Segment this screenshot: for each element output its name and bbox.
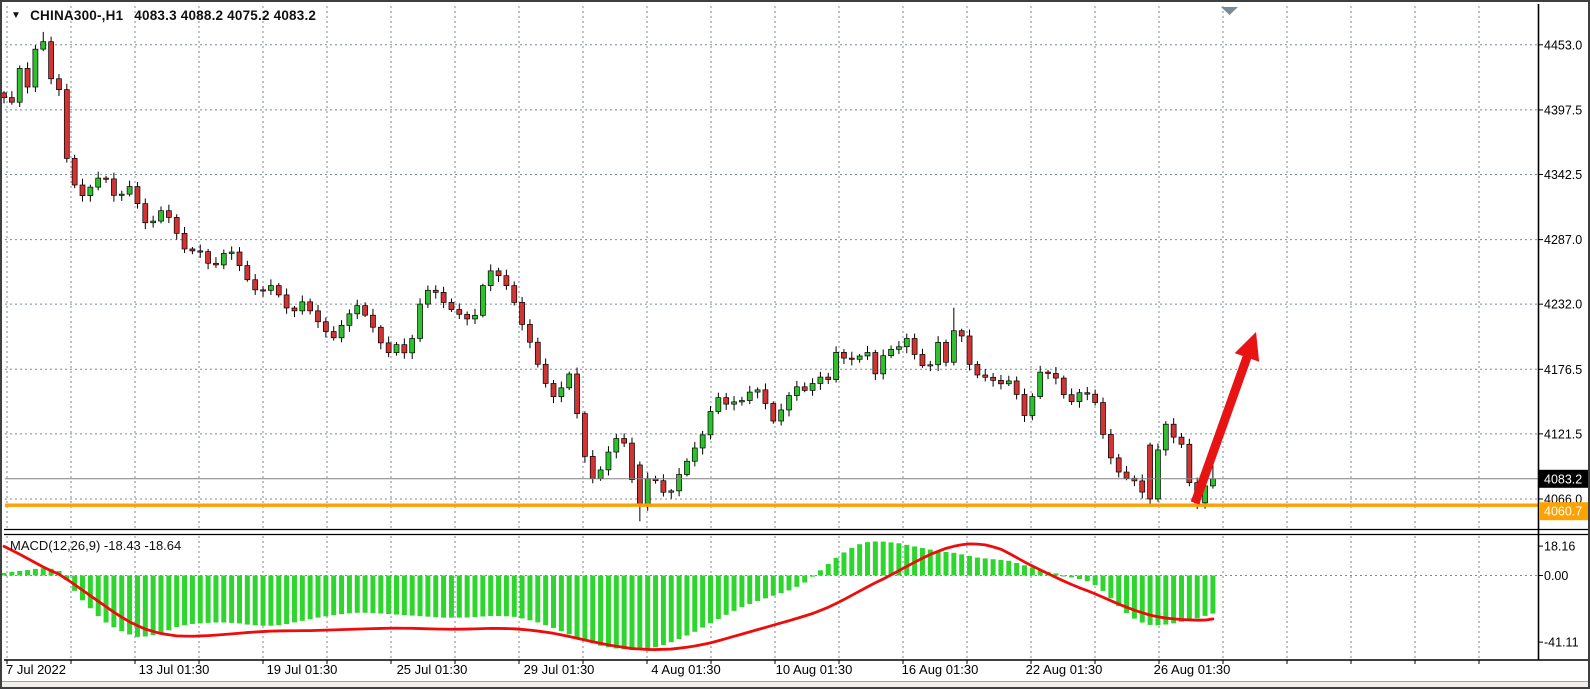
svg-text:26 Aug 01:30: 26 Aug 01:30 [1154,662,1231,677]
svg-text:-41.11: -41.11 [1544,636,1579,650]
ohlc-values-label: 4083.3 4088.2 4075.2 4083.2 [134,8,316,23]
svg-text:4083.2: 4083.2 [1544,472,1582,486]
svg-text:10 Aug 01:30: 10 Aug 01:30 [776,662,853,677]
svg-text:4342.5: 4342.5 [1544,168,1582,182]
trend-arrow[interactable] [1195,332,1259,503]
gridlines [5,6,1538,658]
macd-histogram [2,541,1215,649]
svg-text:16 Aug 01:30: 16 Aug 01:30 [902,662,979,677]
svg-text:13 Jul 01:30: 13 Jul 01:30 [139,662,210,677]
symbol-period-label: CHINA300-,H1 [30,8,123,23]
svg-text:4397.5: 4397.5 [1544,103,1582,117]
svg-text:4176.5: 4176.5 [1544,363,1582,377]
svg-text:4121.5: 4121.5 [1544,427,1582,441]
svg-text:4232.0: 4232.0 [1544,298,1582,312]
panel-borders [4,4,1590,660]
svg-text:18.16: 18.16 [1544,540,1575,554]
dropdown-arrow-icon[interactable]: ▼ [11,11,21,21]
candlesticks [2,32,1215,521]
svg-text:25 Jul 01:30: 25 Jul 01:30 [397,662,468,677]
macd-indicator-label: MACD(12,26,9) -18.43 -18.64 [10,538,181,553]
chart-canvas[interactable]: 4453.0 4397.5 4342.5 4287.0 4232.0 4176.5 4121… [2,2,1590,689]
svg-text:4 Aug 01:30: 4 Aug 01:30 [651,662,720,677]
svg-text:19 Jul 01:30: 19 Jul 01:30 [267,662,338,677]
chart-title: ▼ CHINA300-,H1 4083.3 4088.2 4075.2 4083… [11,8,316,23]
svg-text:4060.7: 4060.7 [1544,505,1582,519]
svg-text:29 Jul 01:30: 29 Jul 01:30 [524,662,595,677]
price-axis: 4453.0 4397.5 4342.5 4287.0 4232.0 4176.5 4121… [1538,38,1582,649]
chart-window: ▼ CHINA300-,H1 4083.3 4088.2 4075.2 4083… [0,0,1590,689]
chart-shift-marker-icon [1221,7,1238,15]
svg-text:22 Aug 01:30: 22 Aug 01:30 [1026,662,1103,677]
svg-text:4287.0: 4287.0 [1544,233,1582,247]
svg-text:0.00: 0.00 [1544,569,1568,583]
svg-text:4453.0: 4453.0 [1544,38,1582,52]
window-bottom-strip [2,681,1590,689]
svg-text:7 Jul 2022: 7 Jul 2022 [6,662,66,677]
time-axis: 7 Jul 2022 13 Jul 01:30 19 Jul 01:30 25 Jul… [6,660,1479,677]
